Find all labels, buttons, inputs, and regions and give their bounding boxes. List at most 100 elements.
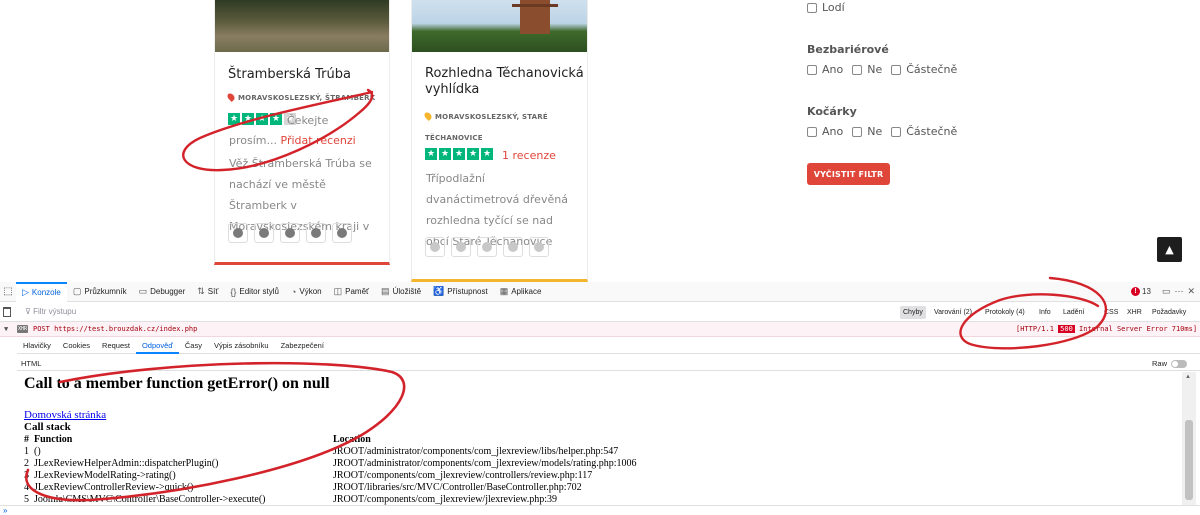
console-filter-bar: ⊽ Filtr výstupu Chyby Varování (2) Proto… [0, 303, 1200, 322]
col-header: # Function [24, 434, 73, 445]
chevron-up-icon: ▲ [1165, 243, 1174, 256]
wheelchair-icon [529, 237, 549, 257]
expand-caret-icon[interactable]: ▼ [4, 325, 8, 333]
raw-toggle[interactable]: Raw [1152, 359, 1188, 368]
tab-style-editor[interactable]: {} Editor stylů [224, 282, 285, 302]
star-rating: ★ ★ ★ ★ ★ [425, 148, 493, 160]
tab-label: Síť [207, 287, 219, 296]
close-icon[interactable]: ✕ [1188, 286, 1200, 296]
filter-placeholder: Filtr výstupu [33, 307, 77, 316]
tab-console[interactable]: ▷ Konzole [16, 281, 67, 302]
console-prompt-icon: » [3, 506, 8, 515]
place-photo[interactable] [215, 0, 389, 52]
checkbox[interactable] [852, 64, 863, 75]
star-icon: ★ [425, 148, 437, 160]
tab-application[interactable]: ▦ Aplikace [494, 282, 548, 302]
tab-label: Výkon [299, 287, 322, 296]
add-review-link[interactable]: Přidat recenzi [281, 134, 356, 147]
website-area: Štramberská Trúba MORAVSKOSLEZSKÝ, ŠTRAM… [0, 0, 1200, 282]
filter-option-label: Ne [867, 63, 883, 76]
request-protocol: [HTTP/1.1 [1016, 325, 1054, 333]
filter-xhr-button[interactable]: XHR [1124, 306, 1145, 319]
filter-logs-button[interactable]: Protokoly (4) [982, 306, 1028, 319]
grid-icon: ▦ [499, 286, 509, 296]
tab-memory[interactable]: ◫ Paměť [328, 282, 375, 302]
error-counter[interactable]: ! 13 [1131, 287, 1151, 296]
console-input[interactable]: » [0, 505, 1200, 515]
filter-boats[interactable]: Lodí [807, 1, 845, 14]
filter-option-label: Částečně [906, 125, 958, 138]
tab-stack-trace[interactable]: Výpis zásobníku [208, 338, 275, 354]
restaurant-icon [451, 237, 471, 257]
filter-debug-button[interactable]: Ladění [1060, 306, 1087, 319]
place-card[interactable]: Rozhledna Těchanovická vyhlídka MORAVSKO… [411, 0, 588, 282]
tab-request[interactable]: Request [96, 338, 136, 354]
trash-icon[interactable] [3, 307, 11, 317]
checkbox[interactable] [807, 126, 817, 137]
filter-heading-barrier-free: Bezbariérové [807, 43, 889, 56]
restaurant-icon [254, 223, 274, 243]
scroll-to-top-button[interactable]: ▲ [1157, 237, 1182, 262]
col-header: Location [333, 434, 371, 445]
check-icon [425, 237, 445, 257]
star-icon: ★ [467, 148, 479, 160]
checkbox[interactable] [807, 64, 817, 75]
tab-label: Přístupnost [447, 287, 488, 296]
more-icon[interactable]: ⋯ [1175, 286, 1188, 296]
filter-barrier-free-options: Ano Ne Částečně [807, 63, 957, 76]
review-count-link[interactable]: 1 recenze [502, 146, 556, 166]
checkbox[interactable] [807, 2, 817, 13]
filter-errors-button[interactable]: Chyby [900, 306, 926, 319]
console-icon: ▷ [22, 287, 29, 297]
response-type-label: HTML [21, 359, 42, 368]
request-url[interactable]: POST https://test.brouzdak.cz/index.php [33, 325, 197, 333]
tab-response[interactable]: Odpověď [135, 338, 179, 354]
element-picker-icon[interactable]: ⬚ [0, 282, 16, 302]
tab-performance[interactable]: ◔ Výkon [285, 282, 328, 302]
tower-shape [512, 0, 558, 34]
accessibility-icon: ♿ [433, 286, 445, 296]
scrollbar-thumb[interactable] [1185, 420, 1193, 500]
place-title[interactable]: Rozhledna Těchanovická vyhlídka [425, 66, 585, 98]
tab-debugger[interactable]: ▭ Debugger [133, 282, 192, 302]
filter-warnings-button[interactable]: Varování (2) [931, 306, 975, 319]
status-code-badge: 500 [1058, 325, 1075, 333]
place-card[interactable]: Štramberská Trúba MORAVSKOSLEZSKÝ, ŠTRAM… [214, 0, 390, 265]
devtools-panel: ⬚ ▷ Konzole ▢ Průzkumník ▭ Debugger ⇅ Síť {}… [0, 281, 1200, 515]
checkbox[interactable] [891, 126, 902, 137]
tab-security[interactable]: Zabezpečení [275, 338, 330, 354]
tab-storage[interactable]: ▤ Úložiště [375, 282, 427, 302]
tab-cookies[interactable]: Cookies [57, 338, 96, 354]
toggle-switch[interactable] [1171, 359, 1188, 368]
tab-accessibility[interactable]: ♿ Přístupnost [427, 282, 494, 302]
devtools-options[interactable]: ▭⋯✕ [1162, 286, 1199, 297]
filter-css-button[interactable]: CSS [1101, 306, 1121, 319]
tab-timings[interactable]: Časy [179, 338, 208, 354]
request-detail-tabs: Hlavičky Cookies Request Odpověď Časy Vý… [17, 338, 1200, 354]
tab-label: Paměť [345, 287, 370, 296]
filter-requests-button[interactable]: Požadavky [1149, 306, 1189, 319]
scroll-up-icon[interactable]: ▲ [1185, 374, 1191, 380]
filter-output-input[interactable]: ⊽ Filtr výstupu [25, 307, 76, 316]
checkbox[interactable] [852, 126, 863, 137]
map-pin-icon [423, 111, 433, 121]
dock-icon[interactable]: ▭ [1162, 286, 1175, 296]
tab-network[interactable]: ⇅ Síť [191, 282, 224, 302]
inspector-icon: ▢ [72, 286, 82, 296]
error-count: 13 [1142, 287, 1151, 296]
star-icon: ★ [453, 148, 465, 160]
filter-info-button[interactable]: Info [1036, 306, 1054, 319]
checkbox[interactable] [891, 64, 902, 75]
network-request-row[interactable]: ▼ XHR POST https://test.brouzdak.cz/inde… [0, 322, 1200, 337]
place-location: MORAVSKOSLEZSKÝ, ŠTRAMBERK [226, 92, 375, 103]
tab-inspector[interactable]: ▢ Průzkumník [67, 282, 133, 302]
devtools-toolbar: ⬚ ▷ Konzole ▢ Průzkumník ▭ Debugger ⇅ Síť {}… [0, 281, 1200, 302]
clear-filter-button[interactable]: VYČISTIT FILTR [807, 163, 890, 185]
response-scrollbar[interactable]: ▲ [1182, 372, 1196, 505]
filter-heading-strollers: Kočárky [807, 105, 857, 118]
tab-headers[interactable]: Hlavičky [17, 338, 57, 354]
place-photo[interactable] [412, 0, 587, 52]
place-title[interactable]: Štramberská Trúba [228, 67, 351, 83]
screenshot-root: Štramberská Trúba MORAVSKOSLEZSKÝ, ŠTRAM… [0, 0, 1200, 515]
home-page-link[interactable]: Domovská stránka [24, 409, 106, 421]
